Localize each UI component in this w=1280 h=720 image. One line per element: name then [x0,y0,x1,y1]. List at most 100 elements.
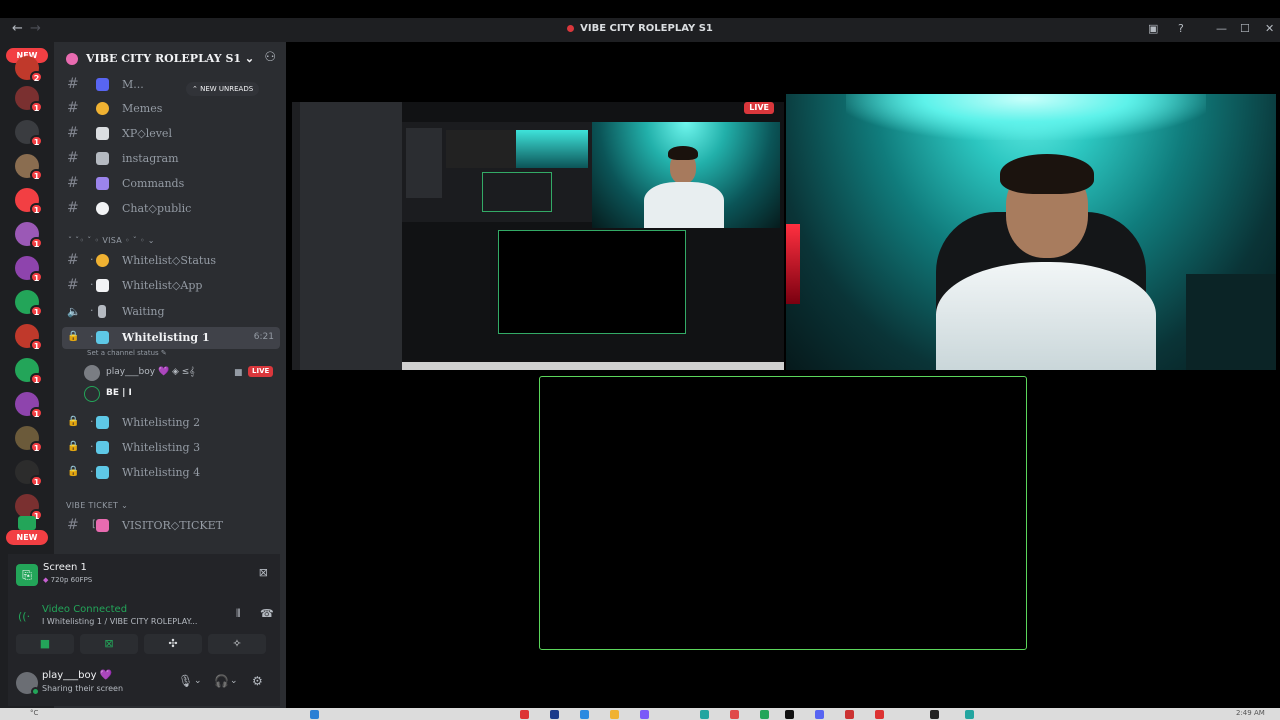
app-icon[interactable] [760,710,769,719]
discord-icon[interactable] [815,710,824,719]
voice-channel-whitelisting-4[interactable]: 🔒 · Whitelisting 4 [62,462,280,484]
app-icon[interactable] [520,710,529,719]
category-visa[interactable]: ˇ ˇ◦ ˇ ◦ VISA ◦ ˇ ◦ ⌄ [68,236,155,245]
video-camera-icon: ■ [234,368,243,378]
help-icon[interactable]: ? [1178,22,1184,35]
app-icon[interactable] [785,710,794,719]
server-icon[interactable]: 1 [15,86,43,113]
channel-item-chat-public[interactable]: # Chat◇public [62,198,280,220]
stop-share-icon[interactable]: ⊠ [259,566,268,579]
channel-item-instagram[interactable]: # instagram [62,148,280,170]
close-icon[interactable]: ✕ [1265,22,1274,35]
hourglass-icon [98,305,106,318]
server-icon[interactable]: 1 [15,120,43,147]
screen-share-status: ⎘ Screen 1 ◆ 720p 60FPS ⊠ [16,560,272,590]
app-icon[interactable] [700,710,709,719]
app-icon[interactable] [580,710,589,719]
server-icon[interactable]: 1 [15,324,43,351]
channel-status-hint[interactable]: Set a channel status ✎ [87,349,167,357]
app-icon[interactable] [730,710,739,719]
app-icon[interactable] [875,710,884,719]
screen-share-tile[interactable]: LIVE [292,94,784,370]
server-icon[interactable]: 1 [15,188,43,215]
server-icon[interactable]: 1 [15,392,43,419]
camera-icon [96,152,109,165]
server-icon[interactable] [18,516,36,530]
server-icon[interactable]: 1 [15,256,43,283]
microphone-icon[interactable]: 🎙 [178,674,193,688]
server-icon[interactable]: 1 [15,290,43,317]
live-indicator-icon [567,24,575,32]
channel-item-visitor-ticket[interactable]: # [ VISITOR◇TICKET [62,515,280,537]
minimize-icon[interactable]: — [1216,22,1227,35]
server-boost-icon [66,53,78,65]
channel-item-memes[interactable]: # Memes [62,98,280,120]
avatar [84,386,100,402]
voice-panel: ⎘ Screen 1 ◆ 720p 60FPS ⊠ ((· Video Conn… [8,554,280,706]
server-header[interactable]: VIBE CITY ROLEPLAY S1 ⌄ ⚇ [54,42,286,76]
channel-item-commands[interactable]: # Commands [62,173,280,195]
server-icon[interactable]: 1 [15,494,43,521]
invite-icon[interactable]: ⚇ [264,50,276,65]
chevron-down-icon[interactable]: ⌄ [230,676,238,686]
start-icon[interactable] [310,710,319,719]
nested-sidebar-preview [292,94,402,370]
channel-item-xp-level[interactable]: # XP◇level [62,123,280,145]
new-unreads-button[interactable]: ⌃ NEW UNREADS [186,82,260,96]
app-icon[interactable] [845,710,854,719]
channel-item-whitelist-app[interactable]: # · Whitelist◇App [62,275,280,297]
voice-channel-whitelisting-3[interactable]: 🔒 · Whitelisting 3 [62,437,280,459]
weather-label: °C [30,709,39,717]
video-stage: LIVE [286,42,1280,708]
clock: 2:49 AM [1236,709,1265,717]
noise-suppression-icon[interactable]: ⫴ [236,607,241,621]
robot-icon [96,177,109,190]
app-icon[interactable] [640,710,649,719]
new-unreads-pill-bottom[interactable]: NEW [6,530,48,545]
app-icon[interactable] [550,710,559,719]
top-black-band [0,0,1280,18]
chevron-down-icon[interactable]: ⌄ [194,676,202,686]
bell-icon [96,254,109,267]
headphones-icon[interactable]: 🎧 [214,674,229,688]
soundboard-button[interactable]: ✧ [208,634,266,654]
chart-icon [96,127,109,140]
live-badge: LIVE [248,366,274,377]
hash-icon: # [67,277,79,293]
document-icon [96,279,109,292]
camera-tile[interactable] [786,94,1276,370]
server-icon[interactable]: 2 [15,56,43,83]
hash-icon: # [67,125,79,141]
disconnect-icon[interactable]: ☎ [260,607,274,620]
server-icon[interactable]: 1 [15,426,43,453]
nested-camera-preview [592,122,780,228]
hash-icon: # [67,517,79,533]
inbox-icon[interactable]: ▣ [1148,22,1158,35]
avatar[interactable] [16,672,40,696]
server-icon[interactable]: 1 [15,358,43,385]
computer-icon [96,331,109,344]
voice-channel-whitelisting-2[interactable]: 🔒 · Whitelisting 2 [62,412,280,434]
person-hair [1000,154,1094,194]
folder-icon[interactable] [610,710,619,719]
voice-channel-whitelisting-1[interactable]: 🔒 · Whitelisting 1 6:21 [62,327,280,349]
app-icon[interactable] [965,710,974,719]
os-taskbar: °C 2:49 AM [0,708,1280,720]
server-icon[interactable]: 1 [15,460,43,487]
settings-gear-icon[interactable]: ⚙ [252,674,263,688]
server-icon[interactable]: 1 [15,222,43,249]
maximize-icon[interactable]: ☐ [1240,22,1250,35]
server-name: VIBE CITY ROLEPLAY S1 ⌄ [86,52,255,65]
hash-icon: # [67,200,79,216]
voice-channel-waiting[interactable]: 🔈 · Waiting [62,301,280,323]
person-robe [936,262,1156,370]
empty-stream-tile[interactable] [539,376,1027,650]
hash-icon: # [67,252,79,268]
activities-button[interactable]: ✣ [144,634,202,654]
app-icon[interactable] [930,710,939,719]
server-icon[interactable]: 1 [15,154,43,181]
share-screen-button[interactable]: ⊠ [80,634,138,654]
channel-item-whitelist-status[interactable]: # · Whitelist◇Status [62,250,280,272]
category-vibe-ticket[interactable]: VIBE TICKET ⌄ [66,501,128,510]
camera-button[interactable]: ■ [16,634,74,654]
